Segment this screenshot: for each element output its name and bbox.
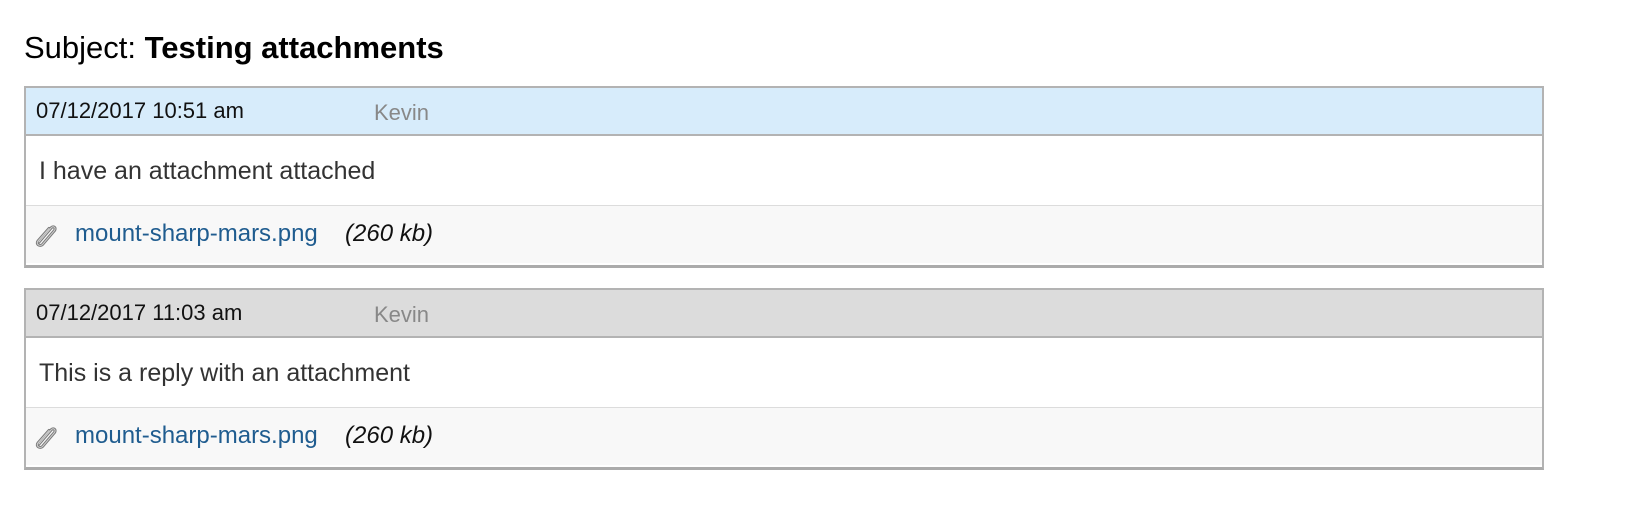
attachment-row: mount-sharp-mars.png (260 kb) (26, 206, 1542, 263)
entry-message: I have an attachment attached (39, 157, 376, 185)
entry-message: This is a reply with an attachment (39, 359, 410, 387)
entry-date: 07/12/2017 10:51 am (36, 98, 244, 123)
paperclip-icon (35, 427, 57, 449)
attachment-row: mount-sharp-mars.png (260 kb) (26, 408, 1542, 465)
thread-entry-header: 07/12/2017 10:51 am Kevin (26, 88, 1542, 136)
ticket-subject: Subject: Testing attachments (24, 28, 444, 68)
attachment-link[interactable]: mount-sharp-mars.png (75, 421, 318, 451)
thread-entry-header: 07/12/2017 11:03 am Kevin (26, 290, 1542, 338)
entry-body: I have an attachment attached (26, 136, 1542, 206)
entry-author: Kevin (374, 302, 430, 327)
entry-date: 07/12/2017 11:03 am (36, 300, 243, 325)
paperclip-icon (35, 225, 57, 247)
thread-entry: 07/12/2017 10:51 am Kevin I have an atta… (24, 86, 1544, 268)
thread-entry: 07/12/2017 11:03 am Kevin This is a repl… (24, 288, 1544, 470)
subject-value: Testing attachments (144, 30, 444, 65)
entry-body: This is a reply with an attachment (26, 338, 1542, 408)
attachment-size: (260 kb) (345, 220, 434, 247)
subject-label: Subject: (24, 30, 137, 65)
attachment-link[interactable]: mount-sharp-mars.png (75, 219, 318, 249)
entry-author: Kevin (374, 100, 430, 125)
attachment-size: (260 kb) (345, 422, 434, 449)
